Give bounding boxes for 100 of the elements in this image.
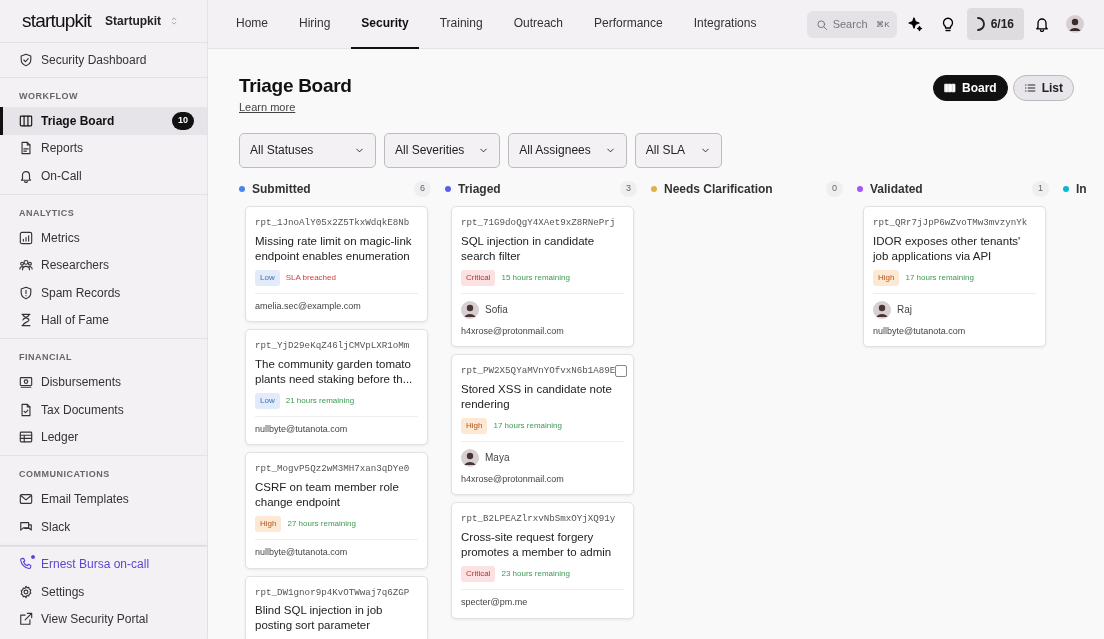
shield-icon — [19, 52, 33, 67]
document-check-icon — [19, 402, 33, 417]
sidebar-item[interactable]: Tax Documents — [0, 396, 207, 424]
sidebar-item[interactable]: Settings — [0, 578, 207, 606]
sidebar-item[interactable]: Hall of Fame — [0, 306, 207, 334]
report-id: rpt_B2LPEAZlrxvNbSmxOYjXQ91y — [461, 512, 616, 527]
page-title: Triage Board — [239, 75, 352, 98]
report-card[interactable]: rpt_PW2X5QYaMVnYOfvxN6b1A89E Stored XSS in candidate note rendering High 17 hours remaining Maya h4xrose@protonmail.com — [451, 354, 634, 496]
section-heading: COMMUNICATIONS — [18, 468, 111, 481]
sla-status: 23 hours remaining — [501, 568, 570, 581]
filter-dropdown[interactable]: All Assignees — [508, 132, 627, 168]
filter-dropdown[interactable]: All SLA — [634, 132, 722, 168]
reporter-email: amelia.sec@example.com — [255, 299, 362, 313]
nav-tab[interactable]: Home — [226, 0, 278, 49]
severity-badge: High — [873, 269, 900, 286]
report-title: Blind SQL injection in job posting sort parameter — [255, 603, 384, 634]
report-id: rpt_DW1gnor9p4KvOTWwaj7q6ZGP — [255, 585, 410, 600]
report-title: The community garden tomato plants need staking before th... — [255, 356, 414, 387]
sla-status: 21 hours remaining — [285, 394, 355, 407]
learn-more-link[interactable]: Learn more — [239, 100, 296, 113]
progress-button[interactable]: 6/16 — [966, 8, 1024, 40]
workspace-name: Startupkit — [105, 13, 162, 30]
column-title: Validated — [870, 180, 923, 198]
sparkle-icon — [906, 16, 923, 32]
report-title: Cross-site request forgery promotes a member to admin — [461, 530, 613, 561]
people-icon — [19, 258, 33, 273]
bell-icon — [19, 168, 33, 183]
count-badge: 6 — [414, 181, 431, 197]
sla-status: SLA breached — [285, 271, 336, 284]
report-id: rpt_QRr7jJpP6wZvoTMw3mvzynYk — [873, 215, 1028, 230]
checkbox[interactable] — [615, 365, 628, 377]
count-badge: 10 — [172, 112, 194, 130]
sidebar-item[interactable]: Disbursements — [0, 368, 207, 396]
sidebar-item[interactable]: View Security Portal — [0, 605, 207, 633]
section-heading: FINANCIAL — [18, 351, 73, 364]
columns-icon — [944, 82, 956, 94]
avatar-icon — [873, 300, 891, 319]
nav-tab[interactable]: Integrations — [683, 0, 767, 49]
document-icon — [19, 141, 33, 156]
count-badge: 3 — [620, 181, 637, 197]
settings-icon — [19, 584, 33, 599]
column-title: Needs Clarification — [664, 180, 773, 198]
severity-badge: High — [461, 417, 488, 434]
status-dot-icon — [30, 554, 36, 561]
report-card[interactable]: rpt_B2LPEAZlrxvNbSmxOYjXQ91y Cross-site request forgery promotes a member to admin Critical 23 hours remaining specter@pm.me — [451, 502, 634, 619]
report-id: rpt_YjD29eKqZ46ljCMVpLXR1oMm — [255, 339, 410, 353]
nav-tab[interactable]: Hiring — [289, 0, 341, 49]
avatar-icon — [1066, 15, 1084, 33]
report-card[interactable]: rpt_QRr7jJpP6wZvoTMw3mvzynYk IDOR exposes other tenants' job applications via API High 17 hours remaining Raj nullbyte@tutanota.com — [863, 205, 1046, 348]
sidebar-item[interactable]: Spam Records — [0, 279, 207, 307]
reporter-email: h4xrose@protonmail.com — [461, 472, 565, 486]
sidebar-item[interactable]: Triage Board 10 — [0, 107, 207, 135]
sidebar-item[interactable]: Email Templates — [0, 485, 207, 513]
logo[interactable]: startupkit — [22, 6, 92, 36]
nav-tab[interactable]: Training — [429, 0, 493, 49]
list-icon — [1023, 82, 1036, 94]
nav-tab[interactable]: Outreach — [503, 0, 573, 49]
report-title: Stored XSS in candidate note rendering — [461, 381, 613, 412]
sidebar-item[interactable]: On-Call — [0, 162, 207, 190]
severity-badge: High — [255, 516, 282, 533]
nav-tab[interactable]: Performance — [584, 0, 673, 49]
reporter-email: h4xrose@protonmail.com — [461, 324, 565, 338]
assignee-name: Maya — [485, 451, 510, 466]
chat-icon — [19, 519, 33, 534]
severity-badge: Critical — [461, 269, 496, 286]
sla-status: 27 hours remaining — [287, 518, 356, 531]
report-card[interactable]: rpt_1JnoAlY05x2Z5TkxWdqkE8Nb Missing rate limit on magic-link endpoint enables enumeration Low SLA breached amelia.sec@example.com — [245, 205, 428, 323]
sidebar-item[interactable]: Slack — [0, 513, 207, 541]
filter-dropdown[interactable]: All Statuses — [239, 132, 376, 168]
sidebar-item[interactable]: Reports — [0, 134, 207, 162]
severity-badge: Critical — [461, 566, 496, 583]
count-badge: 1 — [1032, 181, 1049, 197]
nav-tab[interactable]: Security — [351, 0, 419, 49]
report-title: SQL injection in candidate search filter — [461, 233, 596, 264]
assignee-name: Raj — [897, 303, 912, 318]
reporter-email: nullbyte@tutanota.com — [873, 324, 967, 338]
report-card[interactable]: rpt_MogvP5Qz2wM3MH7xan3qDYe0 CSRF on team member role change endpoint High 27 hours remaining nullbyte@tutanota.com — [245, 452, 428, 569]
sidebar-item[interactable]: Ernest Bursa on-call — [0, 550, 207, 578]
avatar-icon — [461, 300, 479, 319]
reporter-email: nullbyte@tutanota.com — [255, 546, 349, 560]
sidebar-item[interactable]: Security Dashboard — [0, 46, 207, 74]
reporter-email: specter@pm.me — [461, 596, 529, 610]
sla-status: 15 hours remaining — [501, 271, 570, 284]
spinner-icon — [976, 17, 985, 31]
report-title: Missing rate limit on magic-link endpoint enables enumeration — [255, 233, 413, 264]
report-id: rpt_1JnoAlY05x2Z5TkxWdqkE8Nb — [255, 215, 410, 230]
sidebar-item[interactable]: Ledger — [0, 423, 207, 451]
sidebar-item[interactable]: Metrics — [0, 224, 207, 252]
report-card[interactable]: rpt_DW1gnor9p4KvOTWwaj7q6ZGP Blind SQL injection in job posting sort parameter — [245, 575, 428, 639]
view-toggle-button[interactable]: List — [1012, 75, 1074, 101]
assignee-name: Sofia — [485, 303, 508, 318]
column-title: Triaged — [458, 180, 501, 198]
shield-alert-icon — [19, 285, 33, 300]
report-card[interactable]: rpt_71G9doQgY4XAet9xZ8RNePrj SQL injection in candidate search filter Critical 15 hours remaining Sofia h4xrose@protonmail.com — [451, 205, 634, 348]
section-heading: WORKFLOW — [18, 89, 79, 103]
filter-dropdown[interactable]: All Severities — [384, 132, 501, 168]
view-toggle-button[interactable]: Board — [933, 75, 1008, 101]
report-card[interactable]: rpt_YjD29eKqZ46ljCMVpLXR1oMm The community garden tomato plants need staking before th... Low 21 hours remaining nullbyte@tutanota.com — [245, 329, 428, 446]
report-title: IDOR exposes other tenants' job applications via API — [873, 233, 1022, 264]
sidebar-item[interactable]: Researchers — [0, 251, 207, 279]
